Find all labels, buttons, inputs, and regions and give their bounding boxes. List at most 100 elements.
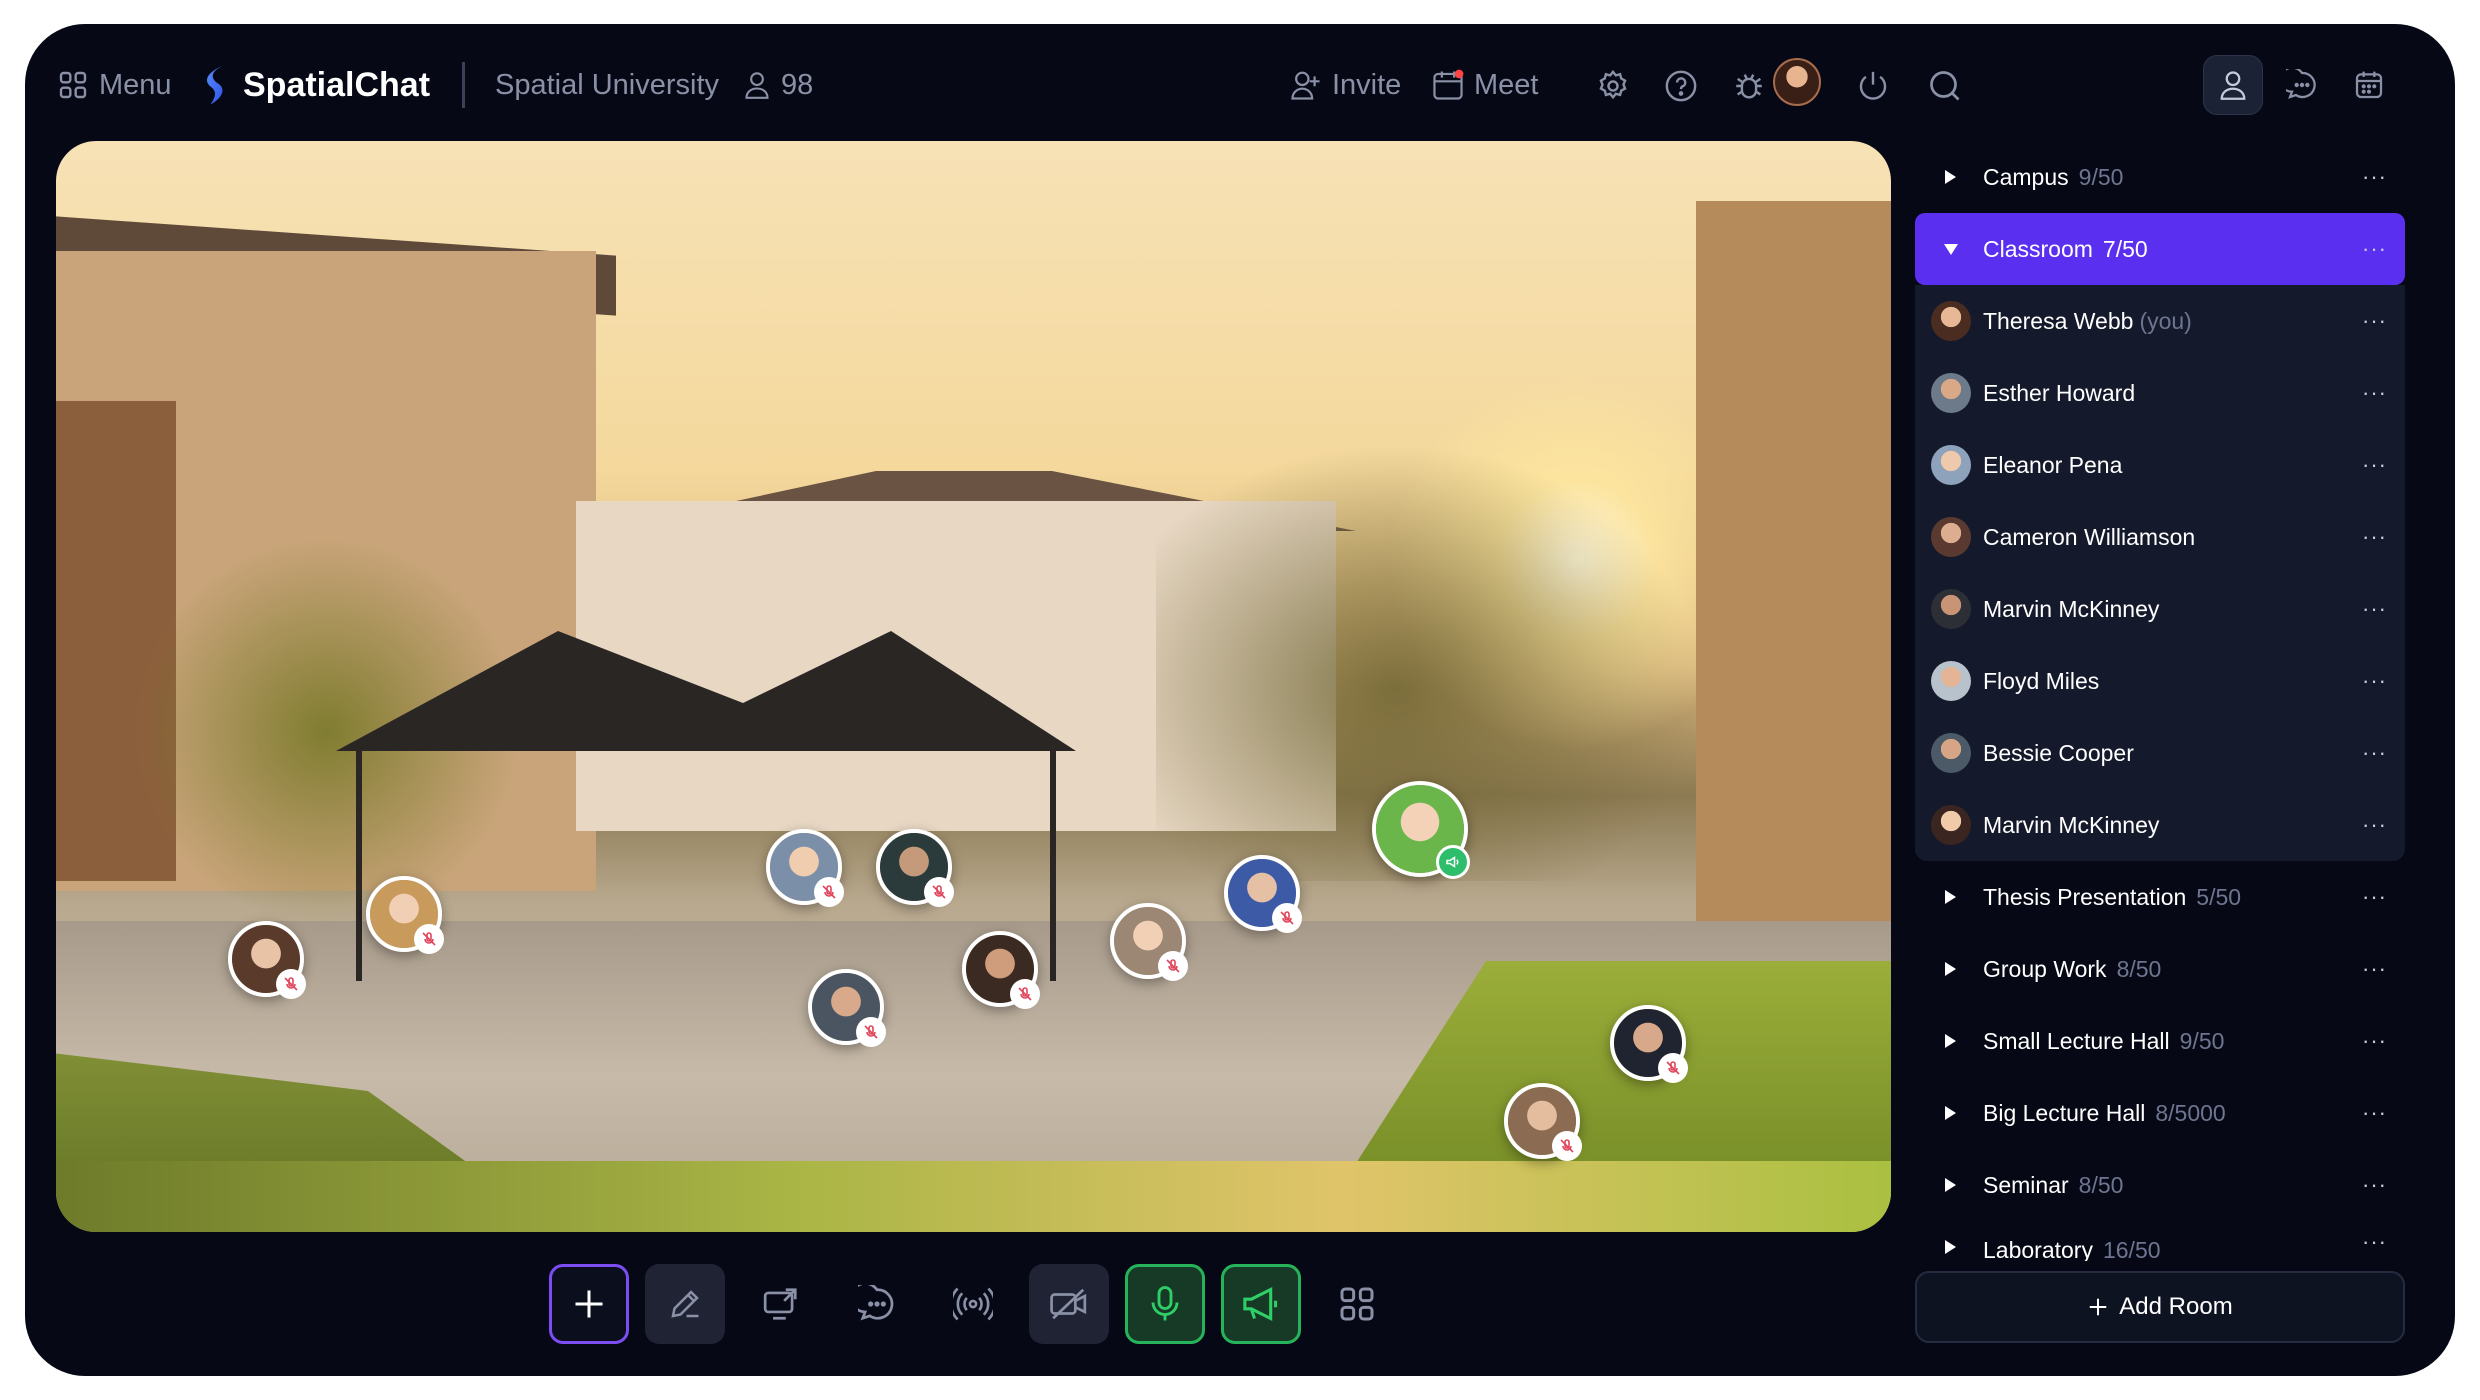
- more-options-icon[interactable]: ···: [2362, 1172, 2387, 1198]
- member-item[interactable]: Esther Howard ···: [1915, 357, 2405, 429]
- grid-icon: [59, 71, 87, 99]
- chat-icon: [2286, 69, 2316, 99]
- room-item[interactable]: Small Lecture Hall 9/50 ···: [1915, 1005, 2405, 1077]
- room-item[interactable]: Thesis Presentation 5/50 ···: [1915, 861, 2405, 933]
- more-options-icon[interactable]: ···: [2362, 164, 2387, 190]
- avatar[interactable]: [1773, 58, 1821, 106]
- microphone-toggle-button[interactable]: [1125, 1264, 1205, 1344]
- add-room-button[interactable]: Add Room: [1915, 1271, 2405, 1343]
- add-room-label: Add Room: [2119, 1293, 2233, 1320]
- add-user-icon: [1291, 71, 1320, 100]
- member-item[interactable]: Cameron Williamson ···: [1915, 501, 2405, 573]
- room-item[interactable]: Seminar 8/50 ···: [1915, 1149, 2405, 1221]
- leave-button[interactable]: [1851, 64, 1895, 108]
- more-options-icon[interactable]: ···: [2362, 956, 2387, 982]
- member-name: Marvin McKinney: [1983, 595, 2160, 622]
- more-options-icon[interactable]: ···: [2362, 452, 2387, 478]
- meet-button[interactable]: Meet: [1432, 60, 1538, 110]
- caret-right-icon: [1945, 1240, 1956, 1254]
- app-window: Menu SpatialChat Spatial University 98 I…: [25, 24, 2455, 1376]
- screen-share-button[interactable]: [741, 1264, 821, 1344]
- participant-avatar[interactable]: [766, 829, 844, 907]
- room-count: 8/50: [2116, 955, 2162, 982]
- broadcast-icon: [953, 1287, 993, 1321]
- caret-down-icon: [1944, 244, 1958, 255]
- brand-name: SpatialChat: [243, 65, 431, 104]
- megaphone-icon: [1243, 1286, 1278, 1322]
- avatar: [1931, 661, 1971, 701]
- more-options-icon[interactable]: ···: [2362, 236, 2387, 262]
- room-item-active[interactable]: Classroom 7/50 ···: [1915, 213, 2405, 285]
- org-name[interactable]: Spatial University: [495, 60, 719, 110]
- room-count: 8/5000: [2155, 1099, 2226, 1126]
- member-item[interactable]: Theresa Webb (you) ···: [1915, 285, 2405, 357]
- member-item[interactable]: Marvin McKinney ···: [1915, 789, 2405, 861]
- brand-divider: [462, 62, 465, 108]
- participant-avatar[interactable]: [876, 829, 954, 907]
- spatial-room-canvas[interactable]: [56, 141, 1891, 1232]
- room-name: Laboratory: [1983, 1237, 2093, 1261]
- more-options-icon[interactable]: ···: [2362, 380, 2387, 406]
- screen-share-icon: [763, 1288, 797, 1320]
- room-item[interactable]: Big Lecture Hall 8/5000 ···: [1915, 1077, 2405, 1149]
- room-item[interactable]: Group Work 8/50 ···: [1915, 933, 2405, 1005]
- member-item[interactable]: Bessie Cooper ···: [1915, 717, 2405, 789]
- megaphone-button[interactable]: [1221, 1264, 1301, 1344]
- calendar-icon: [2355, 71, 2383, 99]
- grid-icon: [1340, 1287, 1374, 1321]
- people-count-value: 98: [781, 68, 814, 101]
- tab-participants[interactable]: [2203, 55, 2263, 115]
- participant-avatar[interactable]: [1610, 1005, 1688, 1083]
- member-name: Marvin McKinney: [1983, 811, 2160, 838]
- member-item[interactable]: Marvin McKinney ···: [1915, 573, 2405, 645]
- add-content-button[interactable]: [549, 1264, 629, 1344]
- settings-button[interactable]: [1591, 64, 1635, 108]
- bug-icon: [1736, 74, 1762, 99]
- room-name: Thesis Presentation: [1983, 883, 2187, 910]
- menu-button[interactable]: Menu: [57, 60, 172, 110]
- participant-avatar[interactable]: [1504, 1083, 1582, 1161]
- more-options-icon[interactable]: ···: [2362, 1229, 2387, 1255]
- broadcast-button[interactable]: [933, 1264, 1013, 1344]
- bug-report-button[interactable]: [1727, 64, 1771, 108]
- invite-button[interactable]: Invite: [1290, 60, 1401, 110]
- more-options-icon[interactable]: ···: [2362, 668, 2387, 694]
- camera-toggle-button[interactable]: [1029, 1264, 1109, 1344]
- caret-right-icon: [1945, 962, 1956, 976]
- more-options-icon[interactable]: ···: [2362, 1028, 2387, 1054]
- plus-icon: [2090, 1298, 2107, 1316]
- people-count[interactable]: 98: [743, 60, 813, 110]
- more-options-icon[interactable]: ···: [2362, 884, 2387, 910]
- draw-button[interactable]: [645, 1264, 725, 1344]
- tab-chat[interactable]: [2272, 55, 2332, 115]
- participant-avatar[interactable]: [962, 931, 1040, 1009]
- room-name: Classroom: [1983, 235, 2093, 262]
- avatar: [1931, 733, 1971, 773]
- more-options-icon[interactable]: ···: [2362, 812, 2387, 838]
- power-icon: [1859, 71, 1887, 100]
- search-icon: [1930, 71, 1960, 101]
- help-button[interactable]: [1659, 64, 1703, 108]
- participant-avatar[interactable]: [228, 921, 306, 999]
- participant-avatar[interactable]: [808, 969, 886, 1047]
- participant-avatar[interactable]: [1110, 903, 1188, 981]
- invite-label: Invite: [1332, 68, 1402, 101]
- member-item[interactable]: Floyd Miles ···: [1915, 645, 2405, 717]
- search-button[interactable]: [1923, 64, 1967, 108]
- participant-avatar[interactable]: [366, 876, 444, 954]
- member-item[interactable]: Eleanor Pena ···: [1915, 429, 2405, 501]
- muted-icon: [276, 969, 306, 999]
- more-options-icon[interactable]: ···: [2362, 740, 2387, 766]
- participant-avatar-speaking[interactable]: [1372, 781, 1470, 879]
- more-options-icon[interactable]: ···: [2362, 308, 2387, 334]
- apps-button[interactable]: [1317, 1264, 1397, 1344]
- chat-button[interactable]: [837, 1264, 917, 1344]
- room-item[interactable]: Campus 9/50 ···: [1915, 141, 2405, 213]
- more-options-icon[interactable]: ···: [2362, 596, 2387, 622]
- more-options-icon[interactable]: ···: [2362, 1100, 2387, 1126]
- participant-avatar[interactable]: [1224, 855, 1302, 933]
- more-options-icon[interactable]: ···: [2362, 524, 2387, 550]
- room-item[interactable]: Laboratory 16/50 ···: [1915, 1221, 2405, 1261]
- avatar: [1931, 805, 1971, 845]
- tab-calendar[interactable]: [2339, 55, 2399, 115]
